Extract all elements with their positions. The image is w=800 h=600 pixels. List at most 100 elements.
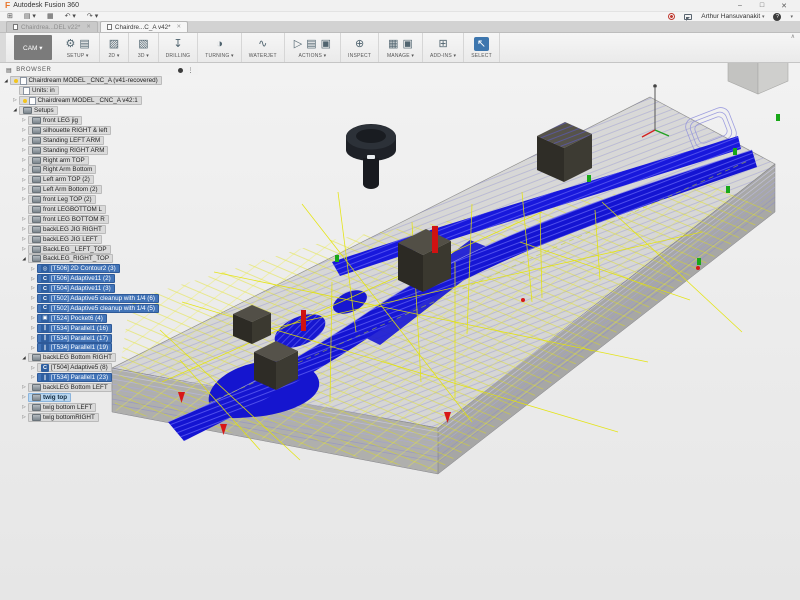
- expand-arrow-icon[interactable]: [20, 227, 28, 232]
- expand-arrow-icon[interactable]: [20, 168, 28, 173]
- toolbar-group[interactable]: ▨ 2D ▾: [100, 33, 129, 62]
- close-tab-icon[interactable]: ✕: [86, 24, 91, 30]
- toolbar-group[interactable]: ◑ TURNING ▾: [198, 33, 241, 62]
- select-cursor-icon[interactable]: ↖: [474, 37, 489, 51]
- quick-access-icon[interactable]: ▦: [47, 13, 54, 20]
- browser-row[interactable]: Left Arm Bottom (2): [20, 185, 198, 195]
- expand-arrow-icon[interactable]: [20, 158, 28, 163]
- expand-arrow-icon[interactable]: [29, 326, 37, 331]
- 2d-strategies-icon[interactable]: ▨: [109, 37, 119, 51]
- close-tab-icon[interactable]: ✕: [177, 24, 182, 30]
- toolbar-group[interactable]: ⊞ ADD-INS ▾: [423, 33, 464, 62]
- toolbar-group[interactable]: ▦▣ MANAGE ▾: [379, 33, 423, 62]
- expand-arrow-icon[interactable]: [20, 197, 28, 202]
- window-control-icon[interactable]: ✕: [773, 2, 795, 10]
- expand-arrow-icon[interactable]: [20, 138, 28, 143]
- browser-row[interactable]: BackLEG _LEFT_TOP: [20, 244, 198, 254]
- user-menu[interactable]: Arthur Hansuvanakit ▾: [701, 13, 764, 20]
- document-tab[interactable]: Chairdrea...DEL v22* ✕: [6, 21, 98, 32]
- browser-row[interactable]: [T506] Adaptive11 (2): [29, 274, 198, 284]
- expand-arrow-icon[interactable]: [20, 148, 28, 153]
- toolbar-group[interactable]: ∿ WATERJET: [242, 33, 285, 62]
- browser-row[interactable]: Units: in: [11, 86, 198, 96]
- browser-row[interactable]: backLEG JIG RIGHT: [20, 224, 198, 234]
- browser-row[interactable]: front LEGBOTTOM L: [20, 205, 198, 215]
- expand-arrow-icon[interactable]: [20, 356, 28, 361]
- browser-row[interactable]: [T534] Parallel1 (16): [29, 323, 198, 333]
- browser-row[interactable]: twig top: [20, 393, 198, 403]
- expand-arrow-icon[interactable]: [20, 395, 28, 400]
- expand-arrow-icon[interactable]: [20, 217, 28, 222]
- browser-row[interactable]: twig bottom LEFT: [20, 402, 198, 412]
- dock-panel-icon[interactable]: ▤: [6, 67, 12, 74]
- browser-row[interactable]: Standing RIGHT ARM: [20, 145, 198, 155]
- browser-row[interactable]: Left arm TOP (2): [20, 175, 198, 185]
- expand-arrow-icon[interactable]: [11, 108, 19, 113]
- expand-arrow-icon[interactable]: [20, 178, 28, 183]
- toolbar-group[interactable]: ↖ SELECT: [464, 33, 500, 62]
- quick-access-icon[interactable]: ▤ ▾: [24, 13, 36, 20]
- browser-row[interactable]: [T534] Parallel1 (19): [29, 343, 198, 353]
- browser-row[interactable]: [T534] Parallel1 (23): [29, 373, 198, 383]
- display-settings-icon[interactable]: [178, 68, 183, 73]
- expand-arrow-icon[interactable]: [29, 296, 37, 301]
- waterjet-icon[interactable]: ∿: [258, 37, 267, 51]
- drilling-icon[interactable]: ↧: [173, 37, 182, 51]
- record-icon[interactable]: [668, 13, 675, 20]
- document-tab[interactable]: Chairdre...C_A v42* ✕: [100, 21, 188, 32]
- expand-arrow-icon[interactable]: [2, 79, 10, 84]
- help-icon[interactable]: ?: [773, 13, 781, 21]
- turning-icon[interactable]: ◑: [216, 37, 223, 51]
- expand-arrow-icon[interactable]: [20, 257, 28, 262]
- toolbar-group[interactable]: ▧ 3D ▾: [129, 33, 158, 62]
- expand-arrow-icon[interactable]: [20, 187, 28, 192]
- expand-arrow-icon[interactable]: [29, 316, 37, 321]
- setup-sheet-icon[interactable]: ▤: [306, 37, 316, 51]
- tool-library-icon[interactable]: ▦: [388, 37, 398, 51]
- quick-access-icon[interactable]: ↶ ▾: [65, 13, 76, 20]
- setup-folder-icon[interactable]: ▤: [79, 37, 89, 51]
- browser-row[interactable]: [T502] Adaptive5 cleanup with 1/4 (5): [29, 303, 198, 313]
- comments-icon[interactable]: [684, 14, 692, 20]
- browser-row[interactable]: Standing LEFT ARM: [20, 135, 198, 145]
- expand-arrow-icon[interactable]: [20, 405, 28, 410]
- browser-row[interactable]: backLEG Bottom LEFT: [20, 383, 198, 393]
- browser-row[interactable]: [T504] Adaptive5 (8): [29, 363, 198, 373]
- expand-arrow-icon[interactable]: [29, 346, 37, 351]
- expand-arrow-icon[interactable]: [29, 306, 37, 311]
- toolbar-group[interactable]: ▷▤▣ ACTIONS ▾: [285, 33, 341, 62]
- view-cube[interactable]: [728, 63, 788, 94]
- collapse-toolbar-icon[interactable]: ∧: [791, 33, 795, 40]
- cutting-tool[interactable]: [346, 124, 396, 189]
- expand-arrow-icon[interactable]: [20, 118, 28, 123]
- expand-arrow-icon[interactable]: [29, 366, 37, 371]
- new-setup-icon[interactable]: ⚙: [66, 37, 76, 51]
- quick-access-icon[interactable]: ↷ ▾: [87, 13, 98, 20]
- browser-row[interactable]: [T506] 2D Contour2 (3): [29, 264, 198, 274]
- 3d-strategies-icon[interactable]: ▧: [138, 37, 148, 51]
- browser-row[interactable]: front LEG jig: [20, 116, 198, 126]
- browser-row[interactable]: BackLEG_RIGHT_TOP: [20, 254, 198, 264]
- browser-row[interactable]: backLEG Bottom RIGHT: [20, 353, 198, 363]
- expand-arrow-icon[interactable]: [29, 336, 37, 341]
- post-process-icon[interactable]: ▣: [321, 37, 331, 51]
- expand-arrow-icon[interactable]: [29, 375, 37, 380]
- expand-arrow-icon[interactable]: [20, 128, 28, 133]
- browser-row[interactable]: Chairdream MODEL _CNC_A v42:1: [11, 96, 198, 106]
- expand-arrow-icon[interactable]: [20, 237, 28, 242]
- browser-row[interactable]: [T534] Parallel1 (17): [29, 333, 198, 343]
- add-ins-icon[interactable]: ⊞: [438, 37, 447, 51]
- toolbar-group[interactable]: ⊕ INSPECT: [341, 33, 379, 62]
- more-options-icon[interactable]: ⋮: [187, 67, 194, 74]
- expand-arrow-icon[interactable]: [29, 277, 37, 282]
- browser-row[interactable]: backLEG JIG LEFT: [20, 234, 198, 244]
- browser-row[interactable]: silhouette RIGHT & left: [20, 125, 198, 135]
- browser-row[interactable]: front LEG BOTTOM R: [20, 214, 198, 224]
- browser-row[interactable]: front Leg TOP (2): [20, 195, 198, 205]
- browser-row[interactable]: Right arm TOP: [20, 155, 198, 165]
- toolbar-group[interactable]: ⚙▤ SETUP ▾: [57, 33, 100, 62]
- browser-row[interactable]: Chairdream MODEL _CNC_A (v41-recovered): [2, 76, 198, 86]
- browser-row[interactable]: [T504] Adaptive11 (3): [29, 284, 198, 294]
- window-control-icon[interactable]: –: [729, 2, 751, 10]
- browser-row[interactable]: [T524] Pocket6 (4): [29, 313, 198, 323]
